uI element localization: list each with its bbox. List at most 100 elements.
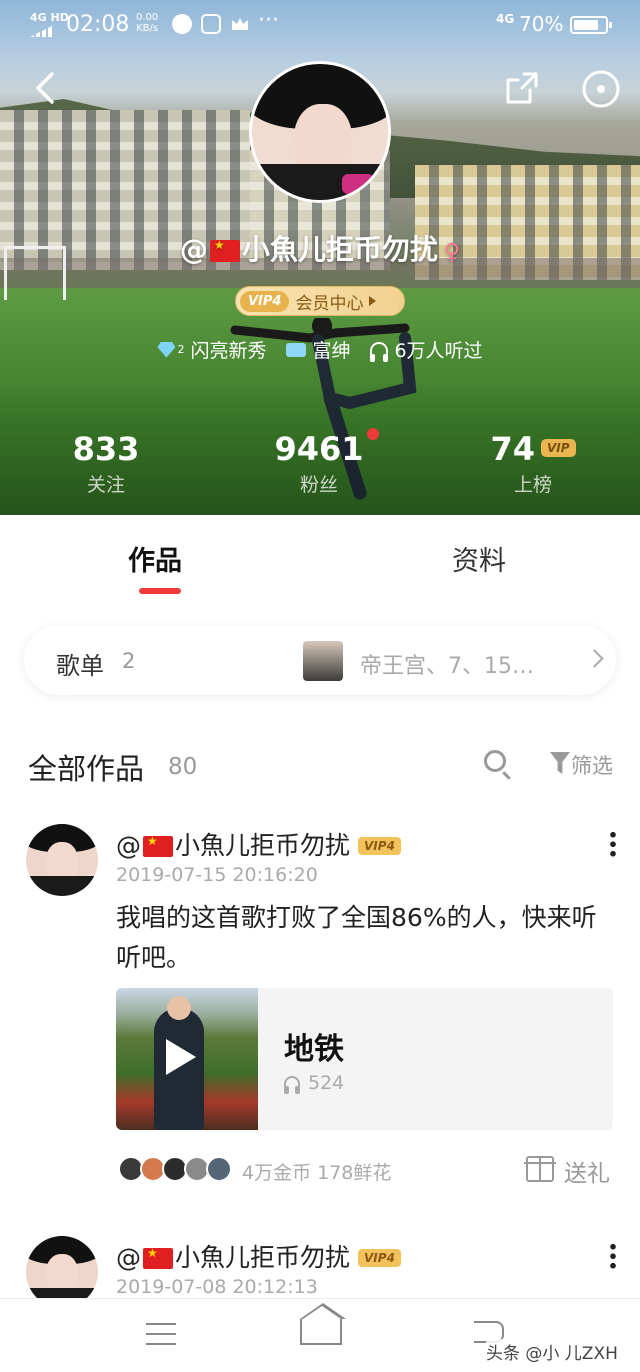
rank-count: 74 VIP [463,430,603,468]
gift-row: 4万金币 178鲜花 送礼 [116,1154,616,1188]
battery-percent: 70% [519,12,564,36]
wealth-icon [286,342,307,357]
badge-shine-label: 闪亮新秀 [190,340,267,362]
avatar-coat [26,876,98,896]
playlist-card[interactable]: 歌单 2 帝王宫、7、15… [24,625,616,695]
network-type-right: 4G [496,12,515,26]
video-app-icon [201,14,221,34]
author-prefix: @ [116,1243,141,1272]
vip-badge: VIP4 [358,1249,401,1267]
post-text: 我唱的这首歌打败了全国86%的人，快来听听吧。 [116,903,597,972]
author-name: 小魚儿拒币勿扰 [175,1243,351,1272]
vip-badge: VIP4 [358,837,401,855]
compass-icon [172,14,192,34]
tab-info[interactable]: 资料 [452,539,506,578]
play-icon[interactable] [166,1039,196,1075]
avatar-scarf [342,174,374,194]
network-speed: 0.00 KB/s [136,12,158,34]
filter-icon[interactable] [550,752,570,774]
watermark: 头条 @小 儿ZXH [486,1339,618,1364]
song-cover [116,988,258,1130]
record-disc-icon[interactable] [580,68,622,110]
author-prefix: @ [116,831,141,860]
signal-indicator: 4G HD [30,12,69,37]
rank-number: 74 [490,430,535,468]
home-icon[interactable] [300,1303,346,1345]
profile-avatar[interactable] [249,61,391,203]
more-vertical-icon[interactable] [609,830,617,858]
chevron-right-icon [585,649,604,668]
headphone-icon [370,341,389,362]
profile-badges: 2 闪亮新秀 富绅 6万人听过 [0,336,640,363]
stat-rank[interactable]: 74 VIP 上榜 [463,430,603,497]
china-flag-icon [209,238,240,262]
profile-stats: 833 关注 9461 粉丝 74 VIP 上榜 [0,430,640,500]
diamond-level: 2 [177,343,185,356]
gift-fan-avatars[interactable] [118,1156,232,1182]
signal-icon [30,25,54,37]
fans-label: 粉丝 [299,474,338,496]
badge-shine[interactable]: 2 闪亮新秀 [157,336,266,363]
playlist-count: 2 [122,649,136,673]
song-plays: 524 [284,1072,344,1094]
works-count: 80 [168,754,198,780]
song-card[interactable]: 地铁 524 [116,988,613,1130]
vip-center-label: 会员中心 [295,293,364,314]
profile-nickname: @ 小魚儿拒币勿扰♀ [0,228,640,268]
profile-page: 4G HD 02:08 0.00 KB/s ··· 4G 70% @ 小魚儿拒币勿… [0,0,640,1372]
badge-listened: 6万人听过 [370,336,483,363]
following-count: 833 [72,430,140,468]
playlist-songs: 帝王宫、7、15… [360,654,534,679]
profile-tabs: 作品 资料 [0,515,640,605]
post-time: 2019-07-08 20:12:13 [116,1276,318,1298]
post-avatar[interactable] [26,824,98,896]
active-tab-indicator [139,588,181,594]
author-name: 小魚儿拒币勿扰 [175,831,351,860]
rank-vip-badge: VIP [540,439,576,457]
back-icon[interactable] [28,68,68,108]
tab-works[interactable]: 作品 [128,539,182,578]
nickname-text: 小魚儿拒币勿扰 [241,233,438,266]
share-icon[interactable] [502,68,542,108]
following-label: 关注 [86,474,125,496]
system-nav-bar: 头条 @小 儿ZXH [0,1298,640,1372]
filter-button[interactable]: 筛选 [571,750,613,780]
send-gift-button[interactable]: 送礼 [564,1154,610,1188]
badge-rich[interactable]: 富绅 [286,336,350,363]
battery-icon [570,16,612,34]
search-icon[interactable] [484,750,506,772]
playlist-thumbnail [303,641,343,681]
vip-level-badge: VIP4 [240,290,290,312]
stat-following[interactable]: 833 关注 [36,430,176,497]
diamond-icon [157,341,176,358]
stat-fans[interactable]: 9461 粉丝 [249,430,389,497]
nickname-prefix: @ [179,233,208,266]
badge-listened-label: 6万人听过 [394,340,483,362]
post-author[interactable]: @ 小魚儿拒币勿扰 VIP4 [116,826,401,862]
more-vertical-icon[interactable] [609,1242,617,1270]
female-icon: ♀ [443,240,461,265]
work-post: @ 小魚儿拒币勿扰 VIP4 2019-07-08 20:12:13 [0,1236,640,1308]
clock: 02:08 [66,12,130,37]
notification-dot [367,428,379,440]
song-title: 地铁 [284,1032,344,1067]
network-type: 4G HD [30,11,69,24]
crown-icon [232,18,248,30]
fan-avatar [206,1156,232,1182]
status-bar: 4G HD 02:08 0.00 KB/s ··· 4G 70% [0,0,640,50]
play-arrow-icon [369,296,377,306]
works-header: 全部作品 80 筛选 [28,744,618,786]
gift-stats: 4万金币 178鲜花 [242,1162,392,1184]
badge-rich-label: 富绅 [312,340,351,362]
post-author[interactable]: @ 小魚儿拒币勿扰 VIP4 [116,1238,401,1274]
works-title: 全部作品 [28,752,145,786]
song-play-count: 524 [308,1072,345,1094]
gift-icon[interactable] [524,1156,556,1182]
china-flag-icon [143,834,173,857]
china-flag-icon [143,1246,173,1269]
work-post: @ 小魚儿拒币勿扰 VIP4 2019-07-15 20:16:20 我唱的这首歌打… [0,824,640,1204]
speed-value: 0.00 [136,12,159,23]
menu-icon[interactable] [146,1323,176,1345]
vip-center-button[interactable]: VIP4 会员中心 [235,286,405,316]
post-time: 2019-07-15 20:16:20 [116,864,318,886]
